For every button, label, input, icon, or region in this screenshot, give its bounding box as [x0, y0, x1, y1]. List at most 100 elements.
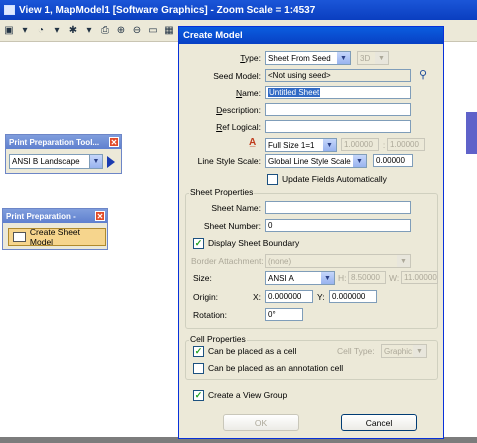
border-attachment-value: (none) [268, 256, 292, 266]
height-field: 8.50000 [348, 271, 386, 284]
sheet-name-field[interactable] [265, 201, 411, 214]
palette-title-bar: Print Preparation - ✕ [3, 209, 107, 223]
cell-properties-title: Cell Properties [189, 334, 247, 344]
annotation-scale-icon[interactable]: A̲ [249, 137, 256, 148]
sheet-model-icon [13, 232, 26, 242]
width-field: 11.00000 [401, 271, 438, 284]
print-prep-palette: Print Preparation - ✕ Create Sheet Model [2, 208, 108, 250]
chevron-down-icon: ▼ [397, 255, 410, 267]
dimension-value: 3D [360, 53, 371, 63]
zoom-out-icon[interactable]: ⊖ [130, 24, 144, 38]
ref-logical-field[interactable] [265, 120, 411, 133]
cell-type-select: Graphic ▼ [381, 344, 427, 358]
sheet-number-field[interactable]: 0 [265, 219, 411, 232]
browse-icon[interactable]: ⚲ [419, 68, 427, 81]
create-sheet-model-button[interactable]: Create Sheet Model [8, 227, 106, 247]
annotation-cell-checkbox[interactable] [193, 363, 204, 374]
lights-dropdown-icon[interactable]: ▾ [82, 24, 96, 38]
cancel-button[interactable]: Cancel [341, 414, 417, 431]
view-group-label: Create a View Group [208, 390, 288, 400]
size-select[interactable]: ANSI A ▼ [265, 271, 335, 285]
scale-a-field: 1.00000 [341, 138, 379, 151]
scale-b-field: 1.00000 [387, 138, 425, 151]
origin-y-field[interactable]: 0.000000 [329, 290, 377, 303]
display-boundary-checkbox[interactable]: ✓ [193, 238, 204, 249]
annotation-scale-select[interactable]: Full Size 1=1 ▼ [265, 138, 337, 152]
annotation-cell-label: Can be placed as an annotation cell [208, 363, 344, 373]
print-icon[interactable]: ⎙ [98, 24, 112, 38]
view-attributes-dropdown-icon[interactable]: ▾ [18, 24, 32, 38]
view-attributes-icon[interactable]: ▣ [2, 24, 16, 38]
close-icon[interactable]: ✕ [95, 211, 105, 221]
ok-label: OK [254, 417, 268, 428]
type-value: Sheet From Seed [268, 53, 331, 63]
close-icon[interactable]: ✕ [109, 137, 119, 147]
view-window-icon [4, 5, 15, 15]
name-field[interactable]: Untitled Sheet [265, 86, 411, 99]
window-area-icon[interactable]: ▭ [146, 24, 160, 38]
update-fields-checkbox[interactable] [267, 174, 278, 185]
height-value: 8.50000 [351, 273, 380, 282]
display-boundary-label: Display Sheet Boundary [208, 238, 300, 248]
line-style-scale-label: Line Style Scale: [197, 156, 261, 166]
create-sheet-model-label: Create Sheet Model [29, 227, 81, 247]
rotation-value: 0° [268, 310, 276, 319]
description-field[interactable] [265, 103, 411, 116]
width-value: 11.00000 [404, 273, 437, 282]
play-icon[interactable] [107, 155, 115, 168]
name-value: Untitled Sheet [268, 88, 321, 97]
render-icon[interactable]: ◔ [34, 24, 48, 38]
update-fields-label: Update Fields Automatically [282, 174, 387, 184]
dialog-title-bar: Create Model [179, 27, 443, 44]
placed-as-cell-checkbox[interactable]: ✓ [193, 346, 204, 357]
chevron-down-icon[interactable]: ▼ [89, 155, 102, 168]
view-group-checkbox[interactable]: ✓ [193, 390, 204, 401]
seed-model-value: <Not using seed> [268, 71, 331, 80]
size-label: Size: [193, 273, 212, 283]
origin-x-field[interactable]: 0.000000 [265, 290, 313, 303]
palette-title: Print Preparation - [6, 211, 76, 221]
rotation-field[interactable]: 0° [265, 308, 303, 321]
scale-b-value: 1.00000 [390, 140, 419, 149]
line-style-scale-number: 0.00000 [376, 156, 405, 165]
description-label: Description: [216, 105, 261, 115]
type-label: Type: [240, 53, 261, 63]
chevron-down-icon[interactable]: ▼ [353, 155, 366, 167]
line-style-scale-field[interactable]: 0.00000 [373, 154, 413, 167]
render-dropdown-icon[interactable]: ▾ [50, 24, 64, 38]
scale-a-value: 1.00000 [344, 140, 373, 149]
line-style-scale-value: Global Line Style Scale [268, 156, 351, 166]
origin-x-value: 0.000000 [268, 292, 302, 301]
lights-icon[interactable]: ✱ [66, 24, 80, 38]
border-attachment-select: (none) ▼ [265, 254, 411, 268]
palette-title: Print Preparation Tool... [9, 137, 100, 147]
paper-size-select[interactable]: ANSI B Landscape ▼ [9, 154, 103, 169]
dialog-title: Create Model [183, 30, 243, 41]
zoom-in-icon[interactable]: ⊕ [114, 24, 128, 38]
placed-as-cell-label: Can be placed as a cell [208, 346, 297, 356]
origin-x-label: X: [253, 292, 262, 302]
chevron-down-icon[interactable]: ▼ [323, 139, 336, 151]
type-select[interactable]: Sheet From Seed ▼ [265, 51, 351, 65]
paper-size-value: ANSI B Landscape [12, 157, 80, 166]
name-label: Name: [235, 88, 261, 98]
view-title-bar: View 1, MapModel1 [Software Graphics] - … [0, 0, 477, 20]
cell-type-value: Graphic [384, 346, 413, 356]
cell-type-label: Cell Type: [337, 346, 375, 356]
sheet-properties-title: Sheet Properties [189, 187, 255, 197]
height-label: H: [338, 273, 347, 283]
palette-title-bar: Print Preparation Tool... ✕ [6, 135, 121, 149]
check-icon: ✓ [194, 390, 203, 400]
rotation-label: Rotation: [193, 310, 228, 320]
ref-logical-label: Ref Logical: [216, 122, 261, 132]
sheet-number-value: 0 [268, 221, 273, 230]
print-prep-tools-palette: Print Preparation Tool... ✕ ANSI B Lands… [5, 134, 122, 174]
line-style-scale-select[interactable]: Global Line Style Scale ▼ [265, 154, 367, 168]
sheet-name-label: Sheet Name: [211, 203, 261, 213]
chevron-down-icon[interactable]: ▼ [321, 272, 334, 284]
fit-view-icon[interactable]: ▦ [162, 24, 176, 38]
chevron-down-icon[interactable]: ▼ [337, 52, 350, 64]
chevron-down-icon: ▼ [413, 345, 426, 357]
check-icon: ✓ [194, 346, 203, 356]
ok-button[interactable]: OK [223, 414, 299, 431]
